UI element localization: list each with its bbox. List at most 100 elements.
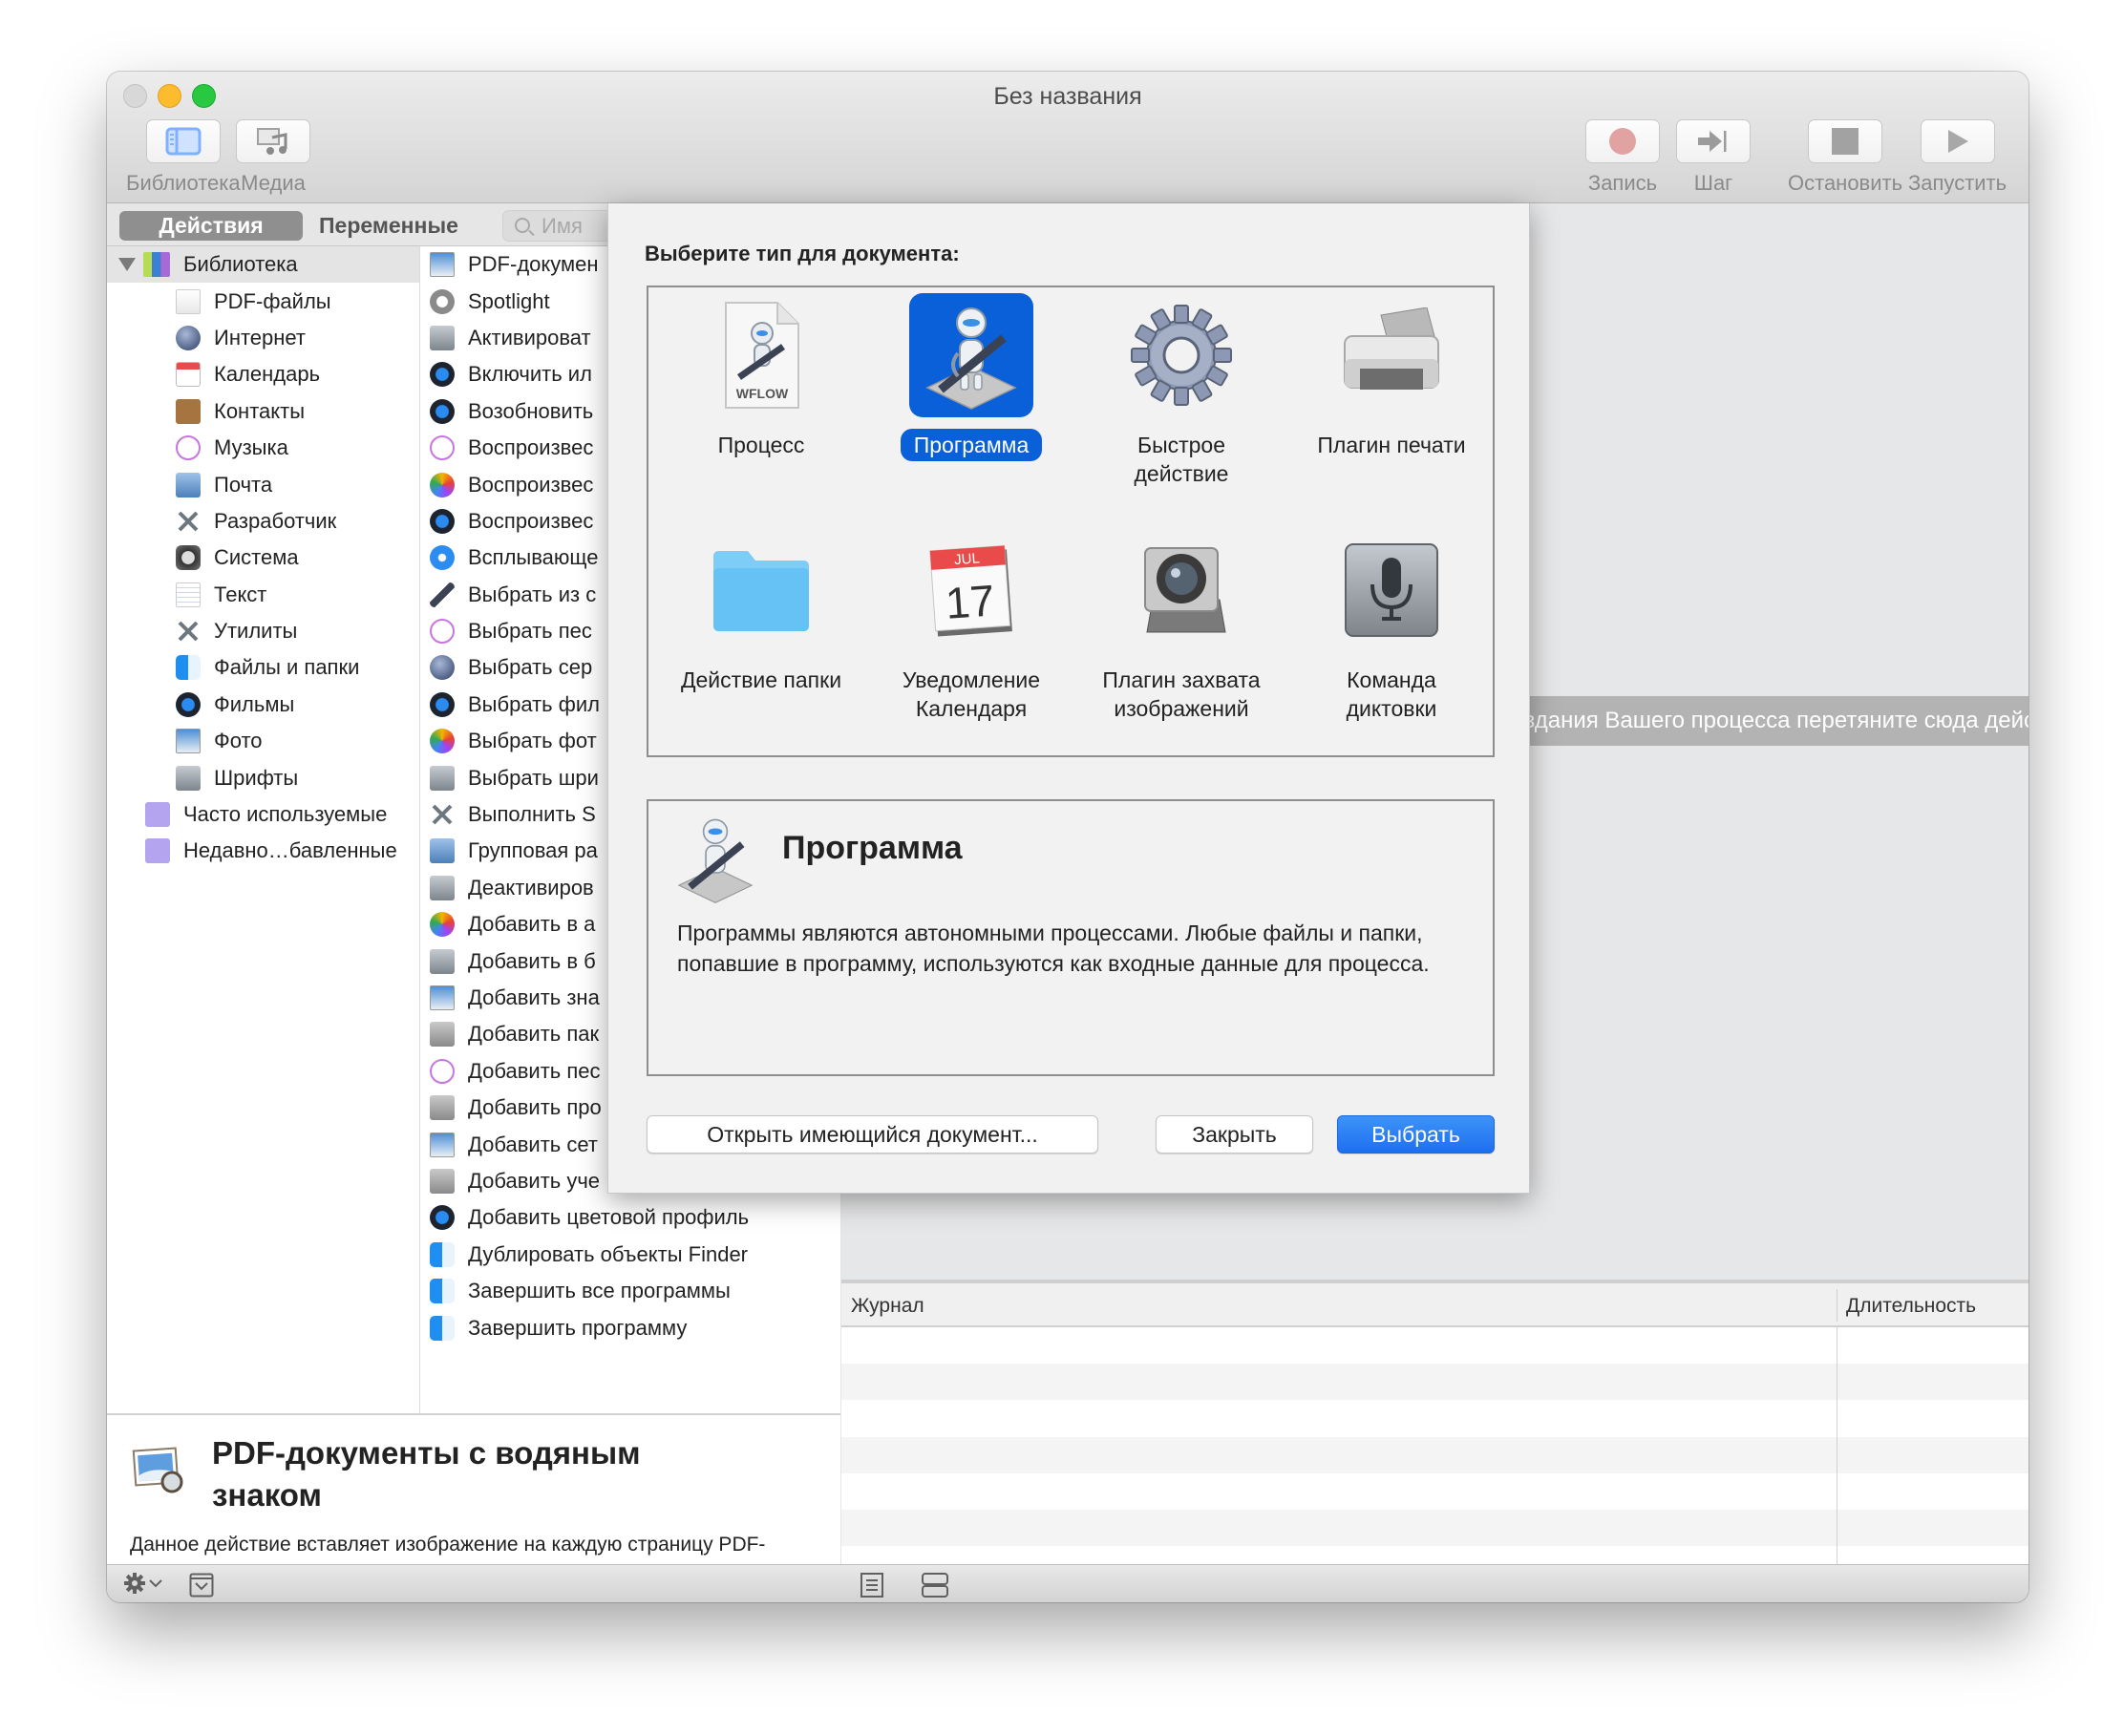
preview-icon xyxy=(430,252,455,278)
action-item-label: Добавить пак xyxy=(468,1022,600,1047)
action-item[interactable]: Завершить все программы xyxy=(420,1273,840,1309)
type-label: Плагин печати xyxy=(1317,433,1466,457)
type-quick-action[interactable]: Быстрое действие xyxy=(1076,293,1286,490)
gear-icon xyxy=(124,1573,145,1594)
choose-button[interactable]: Выбрать xyxy=(1337,1115,1495,1154)
smart-group-item[interactable]: Часто используемые xyxy=(107,796,419,833)
developer-tools-icon xyxy=(430,802,455,827)
action-item-label: Выбрать фил xyxy=(468,691,600,716)
action-item[interactable]: Добавить цветовой профиль xyxy=(420,1199,840,1236)
toggle-description-icon[interactable] xyxy=(189,1573,214,1598)
type-label: Действие папки xyxy=(680,667,842,692)
smart-folder-icon xyxy=(145,838,170,864)
fonts-icon xyxy=(430,875,455,900)
action-item-label: Выбрать пес xyxy=(468,619,592,644)
library-item[interactable]: Интернет xyxy=(107,320,419,356)
document-type-dialog: Выберите тип для документа: WFLOW Процес… xyxy=(607,203,1530,1194)
log-column-header[interactable]: Журнал xyxy=(851,1295,924,1318)
type-folder-action[interactable]: Действие папки xyxy=(656,528,866,696)
open-existing-document-button[interactable]: Открыть имеющийся документ... xyxy=(647,1115,1098,1154)
media-toolbar-button[interactable]: Медиа xyxy=(236,119,310,196)
type-print-plugin[interactable]: Плагин печати xyxy=(1286,293,1497,461)
library-item[interactable]: Почта xyxy=(107,466,419,502)
finder-icon xyxy=(430,1279,455,1304)
action-item[interactable]: Дублировать объекты Finder xyxy=(420,1237,840,1273)
close-button[interactable]: Закрыть xyxy=(1156,1115,1313,1154)
library-item[interactable]: Контакты xyxy=(107,393,419,430)
library-item[interactable]: Фото xyxy=(107,723,419,759)
folder-icon xyxy=(713,551,809,631)
type-workflow[interactable]: WFLOW Процесс xyxy=(656,293,866,461)
disclosure-triangle-icon[interactable] xyxy=(118,258,136,272)
library-books-icon xyxy=(143,252,170,278)
library-item-label: Музыка xyxy=(214,435,288,460)
type-image-capture-plugin[interactable]: Плагин захвата изображений xyxy=(1076,528,1286,725)
library-item[interactable]: Разработчик xyxy=(107,503,419,540)
library-item[interactable]: Музыка xyxy=(107,430,419,466)
svg-text:JUL: JUL xyxy=(954,550,981,568)
automator-window: Без названия Библиотека Медиа Запись Шаг… xyxy=(107,72,2028,1602)
library-item[interactable]: Шрифты xyxy=(107,759,419,795)
text-icon xyxy=(176,582,201,607)
type-calendar-alarm[interactable]: JUL 17 Уведомление Календаря xyxy=(866,528,1076,725)
library-item[interactable]: Текст xyxy=(107,577,419,613)
action-item-label: Воспроизвес xyxy=(468,435,594,460)
tab-variables[interactable]: Переменные xyxy=(319,211,458,241)
action-menu-button[interactable] xyxy=(124,1573,162,1594)
action-item-label: Возобновить xyxy=(468,398,594,423)
type-label: Команда диктовки xyxy=(1346,667,1437,721)
split-view-icon[interactable] xyxy=(921,1572,949,1598)
installer-icon xyxy=(430,1168,455,1194)
library-toolbar-button[interactable]: Библиотека xyxy=(126,119,241,196)
library-item[interactable]: Календарь xyxy=(107,356,419,392)
record-toolbar-button[interactable]: Запись xyxy=(1585,119,1660,196)
type-label: Плагин захвата изображений xyxy=(1102,667,1261,721)
photos-icon xyxy=(430,472,455,498)
list-view-icon[interactable] xyxy=(859,1572,885,1598)
action-item-label: Воспроизвес xyxy=(468,508,594,533)
step-toolbar-button[interactable]: Шаг xyxy=(1676,119,1751,196)
log-rows xyxy=(841,1327,2028,1547)
microphone-icon xyxy=(1345,543,1438,637)
titlebar: Без названия Библиотека Медиа Запись Шаг… xyxy=(107,72,2028,203)
action-item-label: Добавить в а xyxy=(468,912,596,937)
library-item-label: Файлы и папки xyxy=(214,655,360,680)
chevron-down-icon xyxy=(149,1579,162,1588)
library-item-label: Интернет xyxy=(214,325,306,349)
action-item-label: Добавить про xyxy=(468,1095,602,1120)
duration-column-header[interactable]: Длительность xyxy=(1846,1295,1976,1318)
finder-icon xyxy=(430,1241,455,1267)
library-item-label: Система xyxy=(214,545,299,570)
run-toolbar-button[interactable]: Запустить xyxy=(1908,119,2007,196)
type-application[interactable]: Программа xyxy=(866,293,1076,461)
quicktime-icon xyxy=(430,362,455,388)
tab-actions[interactable]: Действия xyxy=(119,211,303,241)
action-item-label: Выполнить S xyxy=(468,802,596,827)
type-dictation-command[interactable]: Команда диктовки xyxy=(1286,528,1497,725)
library-item-label: Утилиты xyxy=(214,619,298,644)
library-root[interactable]: Библиотека xyxy=(107,246,419,284)
printer-icon xyxy=(1344,307,1439,390)
dialog-heading: Выберите тип для документа: xyxy=(645,242,960,265)
library-item[interactable]: PDF-файлы xyxy=(107,283,419,319)
smart-group-item[interactable]: Недавно…бавленные xyxy=(107,833,419,869)
fonts-icon xyxy=(176,765,201,791)
action-item-label: Выбрать шри xyxy=(468,765,599,790)
system-icon xyxy=(176,545,201,571)
library-item[interactable]: Утилиты xyxy=(107,613,419,649)
mail-icon xyxy=(176,472,201,498)
media-icon xyxy=(257,128,287,155)
action-item-label: Добавить зна xyxy=(468,985,600,1009)
action-item-label: Добавить пес xyxy=(468,1058,601,1083)
mail-icon xyxy=(430,838,455,864)
library-item[interactable]: Файлы и папки xyxy=(107,649,419,686)
action-item[interactable]: Завершить программу xyxy=(420,1309,840,1345)
stop-toolbar-button[interactable]: Остановить xyxy=(1788,119,1902,196)
library-item[interactable]: Система xyxy=(107,540,419,576)
action-item-label: Деактивиров xyxy=(468,875,594,900)
search-placeholder: Имя xyxy=(542,214,583,238)
automator-app-icon xyxy=(925,307,1017,410)
smart-group-item-label: Недавно…бавленные xyxy=(183,838,397,863)
calendar-icon: JUL 17 xyxy=(929,544,1012,637)
library-item[interactable]: Фильмы xyxy=(107,687,419,723)
